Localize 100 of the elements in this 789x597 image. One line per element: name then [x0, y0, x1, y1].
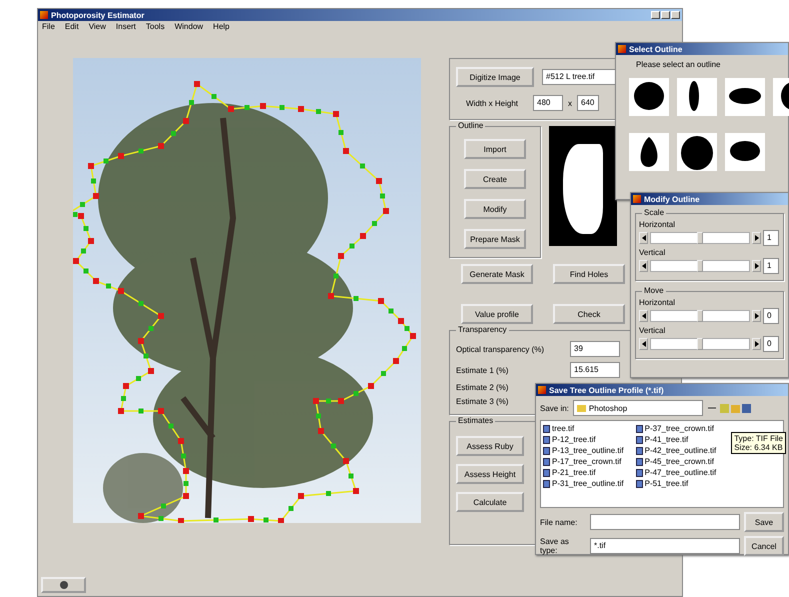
outline-button[interactable]: Modify [464, 199, 526, 219]
right-arrow-button[interactable] [752, 338, 761, 350]
menu-item[interactable]: Help [213, 22, 230, 32]
value-field[interactable]: 0 [763, 336, 779, 352]
tif-file-entry[interactable]: tree.tif [543, 423, 624, 434]
digitize-image-button[interactable]: Digitize Image [456, 67, 534, 87]
folder-icon [576, 404, 586, 412]
estimate-button[interactable]: Assess Height [456, 464, 524, 484]
tif-file-entry[interactable]: P-21_tree.tif [543, 467, 624, 478]
left-arrow-button[interactable] [639, 260, 648, 272]
tif-file-entry[interactable]: P-12_tree.tif [543, 434, 624, 445]
tif-file-entry[interactable]: P-42_tree_outline.tif [636, 445, 716, 456]
slider-label: Horizontal [639, 298, 676, 307]
dialog-title: Modify Outline [644, 194, 700, 204]
value-field[interactable]: 1 [763, 230, 779, 246]
close-button[interactable] [671, 11, 680, 19]
tif-file-entry[interactable]: P-37_tree_crown.tif [636, 423, 716, 434]
slider-label: Vertical [639, 248, 666, 257]
menu-item[interactable]: View [88, 22, 106, 32]
minimize-button[interactable] [651, 11, 660, 19]
menu-item[interactable]: Window [174, 22, 204, 32]
left-arrow-button[interactable] [639, 232, 648, 244]
left-triangle-icon [642, 263, 646, 269]
slider-track[interactable] [650, 260, 750, 272]
tif-file-entry[interactable]: P-47_tree_outline.tif [636, 467, 716, 478]
group-title: Scale [642, 208, 666, 217]
slider-thumb[interactable] [697, 232, 703, 244]
action-button[interactable]: Generate Mask [461, 264, 533, 284]
slider-track[interactable] [650, 338, 750, 350]
save-in-label: Save in: [540, 404, 569, 412]
tif-file-entry[interactable]: P-51_tree.tif [636, 478, 716, 489]
tooltip-text: Type: TIF File [734, 434, 783, 443]
value-field[interactable]: 0 [763, 308, 779, 324]
field-label: Optical transparency (%) [456, 344, 544, 354]
slider-thumb[interactable] [697, 260, 703, 272]
outline-button[interactable]: Import [464, 139, 526, 159]
menu-item[interactable]: Tools [146, 22, 165, 32]
folder-dropdown[interactable]: Photoshop [572, 400, 703, 416]
app-icon [633, 195, 641, 203]
right-triangle-icon [754, 263, 758, 269]
menu-item[interactable]: Insert [116, 22, 136, 32]
cancel-button[interactable]: Cancel [744, 536, 784, 556]
times-label: x [568, 98, 572, 108]
slider-track[interactable] [650, 310, 750, 322]
size-label: Width x Height [464, 98, 520, 108]
save-type-label: Save as type: [540, 537, 570, 555]
app-icon [618, 45, 626, 53]
right-triangle-icon [754, 341, 758, 347]
save-button[interactable]: Save [744, 512, 784, 532]
menu-item[interactable]: Edit [64, 22, 79, 32]
field-label: Estimate 1 (%) [456, 366, 508, 374]
toolbar-button[interactable] [41, 577, 86, 593]
window-title: Photoporosity Estimator [51, 10, 144, 20]
left-triangle-icon [642, 341, 646, 347]
field-label: Estimate 3 (%) [456, 397, 508, 406]
right-arrow-button[interactable] [752, 260, 761, 272]
tif-file-entry[interactable]: P-17_tree_crown.tif [543, 456, 624, 467]
left-arrow-button[interactable] [639, 310, 648, 322]
prompt-text: Please select an outline [635, 59, 722, 71]
dialog-title: Save Tree Outline Profile (*.tif) [549, 386, 664, 394]
dialog-title: Select Outline [629, 44, 682, 54]
right-arrow-button[interactable] [752, 310, 761, 322]
width-field[interactable]: 480 [533, 95, 563, 111]
slider-thumb[interactable] [697, 338, 703, 350]
menu-item[interactable]: File [42, 22, 55, 32]
app-icon [538, 386, 546, 394]
value-field[interactable]: 15.615 [570, 362, 620, 378]
action-button[interactable]: Check [553, 304, 625, 324]
right-arrow-button[interactable] [752, 232, 761, 244]
maximize-button[interactable] [661, 11, 670, 19]
left-arrow-button[interactable] [639, 338, 648, 350]
file-name-field[interactable] [590, 514, 740, 530]
tif-file-entry[interactable]: P-13_tree_outline.tif [543, 445, 624, 456]
slider-label: Horizontal [639, 220, 676, 229]
estimate-button[interactable]: Calculate [456, 492, 524, 512]
outline-button[interactable]: Prepare Mask [464, 229, 526, 249]
group-title: Move [642, 286, 666, 295]
tooltip-text: Size: 6.34 KB [734, 443, 783, 452]
right-triangle-icon [754, 313, 758, 319]
action-button[interactable]: Value profile [461, 304, 533, 324]
outline-button[interactable]: Create [464, 169, 526, 189]
tif-file-entry[interactable]: P-41_tree.tif [636, 434, 716, 445]
slider-track[interactable] [650, 232, 750, 244]
slider-thumb[interactable] [697, 310, 703, 322]
estimate-button[interactable]: Assess Ruby [456, 436, 524, 456]
tif-file-entry[interactable]: P-45_tree_crown.tif [636, 456, 716, 467]
file-name-label: File name: [540, 518, 578, 526]
group-title: Outline [456, 121, 486, 130]
left-triangle-icon [642, 313, 646, 319]
group-title: Transparency [456, 325, 509, 334]
action-button[interactable]: Find Holes [553, 264, 625, 284]
tif-file-entry[interactable]: P-31_tree_outline.tif [543, 478, 624, 489]
value-field[interactable]: 1 [763, 258, 779, 274]
app-icon [40, 11, 48, 19]
value-field[interactable]: 39 [570, 341, 620, 357]
left-triangle-icon [642, 235, 646, 241]
file-type-dropdown[interactable]: *.tif [590, 538, 740, 554]
group-title: Estimates [456, 416, 496, 425]
right-triangle-icon [754, 235, 758, 241]
height-field[interactable]: 640 [577, 95, 599, 111]
